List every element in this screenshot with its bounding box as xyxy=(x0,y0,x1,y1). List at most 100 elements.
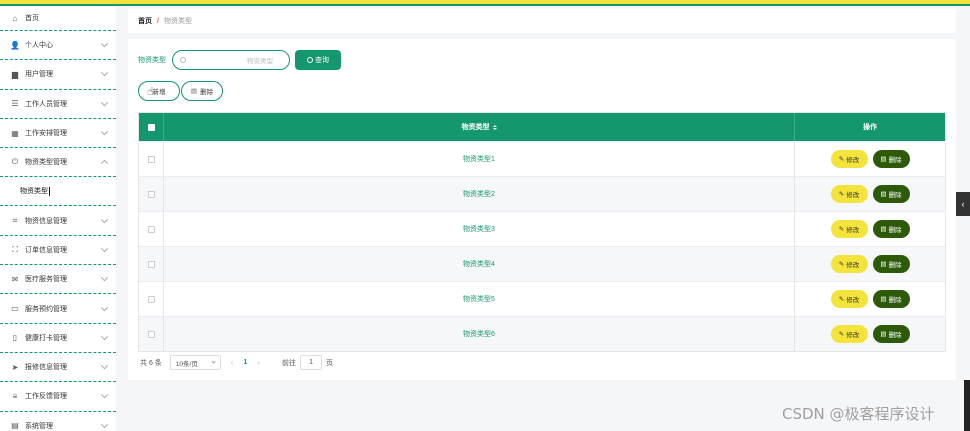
printer-icon: ▭ xyxy=(11,304,19,314)
sidebar-item-label: 报修信息管理 xyxy=(25,364,67,372)
header-select-all[interactable] xyxy=(139,113,164,141)
sidebar-item-label: 工作人员管理 xyxy=(25,100,67,108)
delete-button[interactable]: ▤ 删除 xyxy=(872,255,910,273)
sidebar-item-label: 医疗服务管理 xyxy=(25,276,67,284)
sidebar-item-label: 个人中心 xyxy=(25,42,53,50)
sliders-icon: ≡ xyxy=(12,391,18,401)
sidebar-item-label: 系统管理 xyxy=(25,422,53,430)
batch-delete-button[interactable]: ▤ 删除 xyxy=(181,81,223,101)
chevron-down-icon xyxy=(100,245,109,253)
chevron-down-icon xyxy=(211,359,216,364)
sidebar-item-service-booking[interactable]: ▭ 服务预约管理 xyxy=(0,294,116,324)
row-checkbox[interactable] xyxy=(147,225,155,233)
sidebar-item-work-feedback[interactable]: ≡ 工作反馈管理 xyxy=(0,382,116,412)
chevron-up-icon xyxy=(100,160,109,168)
sidebar-item-work-schedule[interactable]: ▦ 工作安排管理 xyxy=(0,119,116,149)
sidebar-item-label: 工作反馈管理 xyxy=(25,393,67,401)
edit-button[interactable]: ✎ 修改 xyxy=(830,255,868,273)
trash-icon: ▤ xyxy=(880,261,887,268)
chevron-down-icon xyxy=(100,69,109,77)
scrollbar[interactable] xyxy=(964,380,970,431)
search-icon xyxy=(307,57,313,63)
search-input[interactable]: 物资类型 xyxy=(172,50,290,70)
trash-icon: ▤ xyxy=(880,191,887,198)
breadcrumb-current: 物资类型 xyxy=(163,18,192,25)
goto-page-input[interactable]: 1 xyxy=(300,355,323,370)
delete-button[interactable]: ▤ 删除 xyxy=(872,290,910,308)
chevron-down-icon xyxy=(100,215,109,223)
cell-material-type: 物资类型1 xyxy=(164,142,795,176)
row-checkbox[interactable] xyxy=(147,155,155,163)
sidebar-item-staff-management[interactable]: ☰ 工作人员管理 xyxy=(0,90,116,119)
row-checkbox[interactable] xyxy=(147,260,155,268)
table-row: 物资类型6 ✎ 修改 ▤ 删除 xyxy=(139,316,945,351)
edit-button[interactable]: ✎ 修改 xyxy=(830,325,868,343)
sidebar-item-material-type-management[interactable]: ⏻ 物资类型管理 xyxy=(0,148,116,178)
sidebar-item-label: 首页 xyxy=(25,15,39,22)
sidebar-item-home[interactable]: ⌂ 首页 xyxy=(0,6,116,31)
chevron-down-icon xyxy=(100,420,109,428)
sort-icon[interactable] xyxy=(492,124,497,130)
next-page-button[interactable]: › xyxy=(257,358,260,367)
chevron-down-icon xyxy=(100,303,109,311)
sidebar-item-label: 健康打卡管理 xyxy=(25,334,67,342)
power-icon: ⏻ xyxy=(11,157,19,167)
edit-button[interactable]: ✎ 修改 xyxy=(830,185,868,203)
sidebar-item-repair-info[interactable]: ➤ 报修信息管理 xyxy=(0,353,116,383)
search-bar: 物资类型 物资类型 查询 xyxy=(138,50,341,70)
edit-icon: ✎ xyxy=(838,296,845,303)
breadcrumb-home[interactable]: 首页 xyxy=(138,16,152,26)
page-suffix: 页 xyxy=(326,359,334,367)
checkbox[interactable] xyxy=(147,123,155,131)
cell-material-type: 物资类型4 xyxy=(164,247,795,281)
sidebar-item-system-management[interactable]: ▤ 系统管理 xyxy=(0,412,116,431)
breadcrumb: 首页 / 物资类型 xyxy=(128,9,956,33)
header-operation: 操作 xyxy=(795,113,945,141)
table-row: 物资类型3 ✎ 修改 ▤ 删除 xyxy=(139,211,945,246)
sidebar-item-label: 用户管理 xyxy=(25,71,53,79)
chevron-down-icon xyxy=(100,98,109,107)
sidebar: ⌂ 首页 👤 个人中心 ▆ 用户管理 ☰ 工作人员管理 ▦ 工作安排管理 ⏻ 物… xyxy=(0,6,116,431)
add-button[interactable]: 新增 xyxy=(138,81,180,101)
edit-icon: ✎ xyxy=(838,261,845,268)
cell-material-type: 物资类型3 xyxy=(164,212,795,246)
hand-cursor-icon: ☝ xyxy=(147,86,154,98)
sidebar-subitem-label: 物资类型 xyxy=(20,188,48,196)
collapse-side-tab[interactable]: ‹ xyxy=(956,192,970,216)
delete-button[interactable]: ▤ 删除 xyxy=(872,220,910,238)
sidebar-item-personal-center[interactable]: 👤 个人中心 xyxy=(0,31,116,61)
sidebar-item-material-info[interactable]: ⌗ 物资信息管理 xyxy=(0,206,116,236)
table-header: 物资类型 操作 xyxy=(139,113,945,141)
chevron-down-icon xyxy=(100,274,109,282)
sidebar-item-order-info[interactable]: ⛶ 订单信息管理 xyxy=(0,236,116,266)
row-checkbox[interactable] xyxy=(147,330,155,338)
delete-button[interactable]: ▤ 删除 xyxy=(872,325,910,343)
data-table: 物资类型 操作 物资类型1 ✎修改 ▤删除 物资类型2 ✎修改 ▤删除 xyxy=(138,112,946,352)
cell-material-type: 物资类型5 xyxy=(164,282,795,316)
page-number[interactable]: 1 xyxy=(243,359,247,366)
sidebar-subitem-material-type[interactable]: 物资类型 xyxy=(0,177,116,207)
trash-icon: ▤ xyxy=(880,156,887,163)
delete-button[interactable]: ▤ 删除 xyxy=(872,150,910,168)
sidebar-item-health-checkin[interactable]: ▯ 健康打卡管理 xyxy=(0,324,116,353)
row-checkbox[interactable] xyxy=(147,295,155,303)
watermark: CSDN @极客程序设计 xyxy=(782,405,935,423)
search-button[interactable]: 查询 xyxy=(295,50,341,70)
header-material-type[interactable]: 物资类型 xyxy=(164,113,795,141)
sidebar-item-medical-service[interactable]: ✉ 医疗服务管理 xyxy=(0,265,116,295)
edit-button[interactable]: ✎ 修改 xyxy=(830,290,868,308)
row-checkbox[interactable] xyxy=(147,190,155,198)
header-label: 物资类型 xyxy=(461,124,490,131)
sidebar-item-label: 物资类型管理 xyxy=(25,159,67,167)
edit-button[interactable]: ✎ 修改 xyxy=(830,220,868,238)
edit-button[interactable]: ✎ 修改 xyxy=(830,150,868,168)
delete-button[interactable]: ▤ 删除 xyxy=(872,185,910,203)
page-size-select[interactable]: 10条/页 xyxy=(169,355,221,370)
sidebar-item-user-management[interactable]: ▆ 用户管理 xyxy=(0,60,116,90)
chevron-down-icon xyxy=(100,391,109,399)
prev-page-button[interactable]: ‹ xyxy=(231,358,234,367)
table-row: 物资类型2 ✎ 修改 ▤ 删除 xyxy=(139,176,945,211)
breadcrumb-separator: / xyxy=(157,17,159,25)
edit-icon: ✎ xyxy=(838,226,845,233)
sidebar-item-label: 服务预约管理 xyxy=(25,305,67,313)
